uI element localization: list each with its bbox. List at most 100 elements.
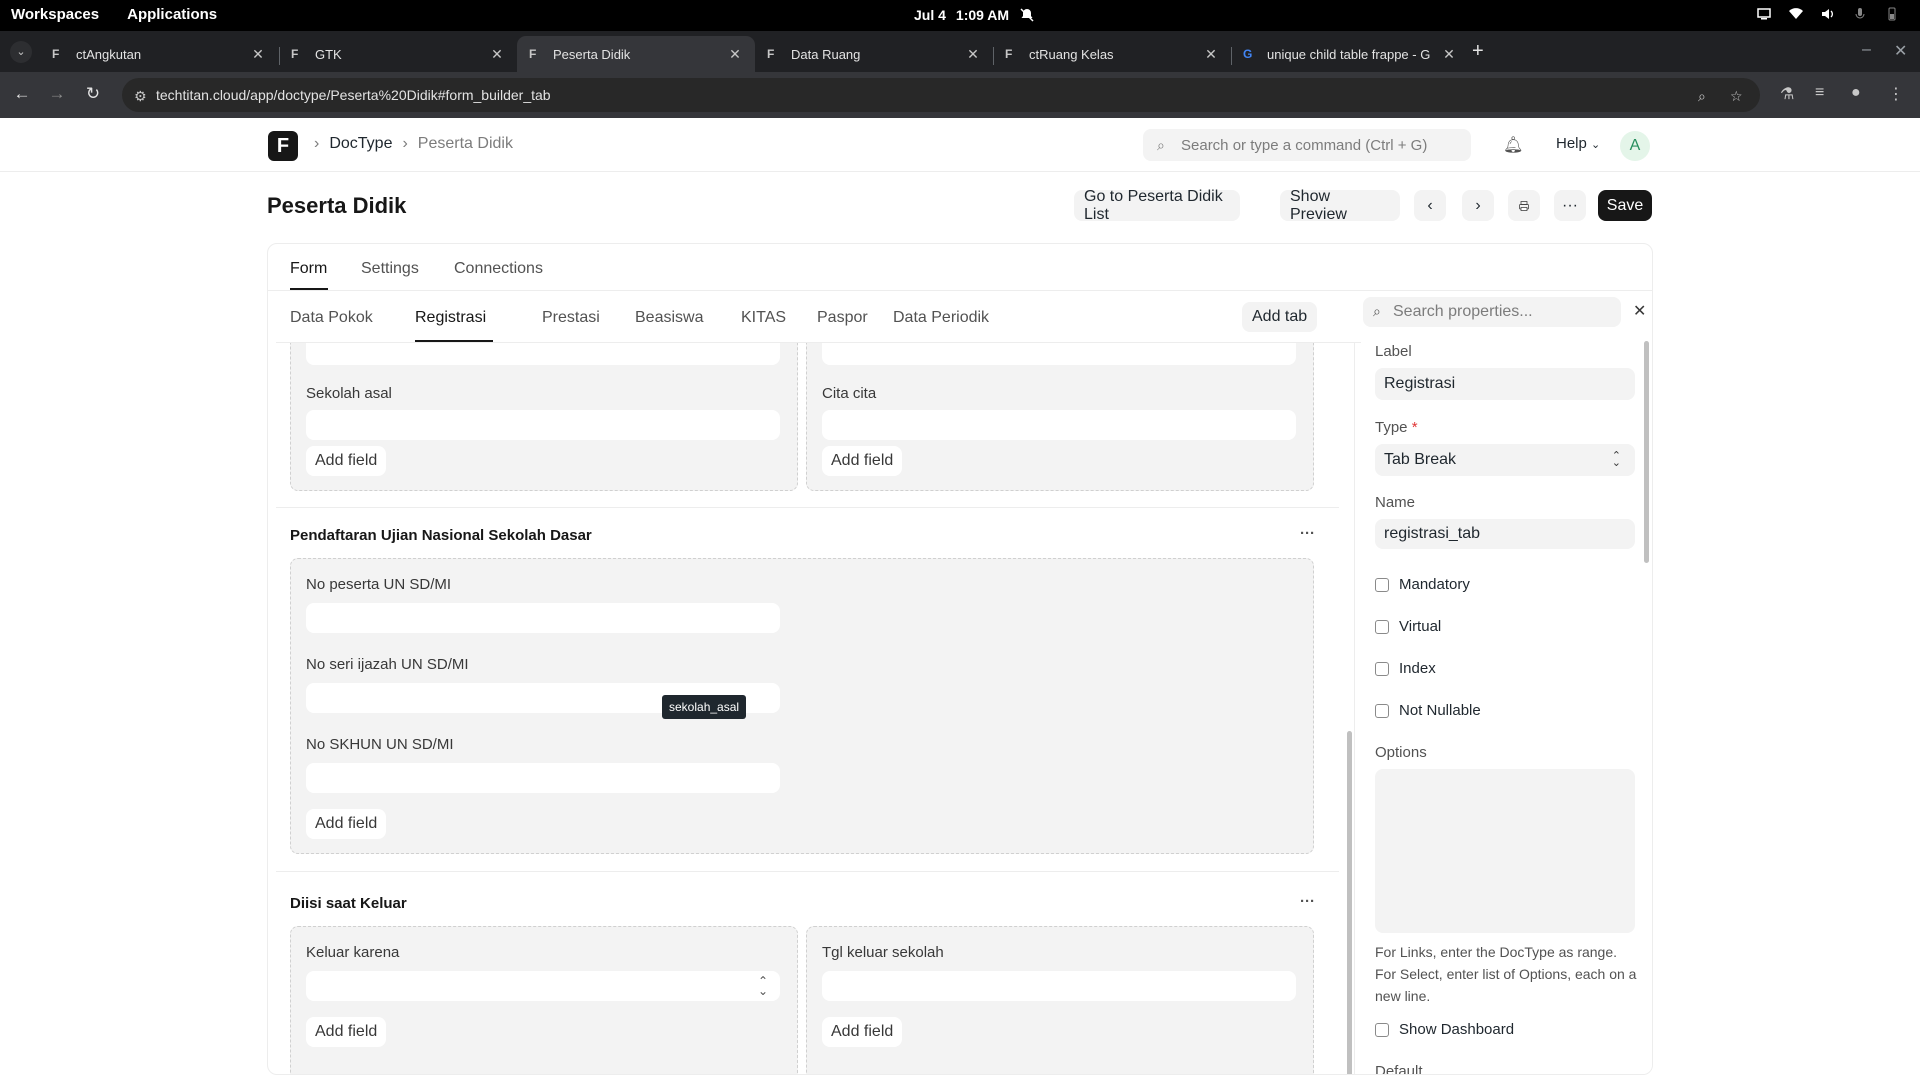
workspaces-button[interactable]: Workspaces xyxy=(11,6,99,23)
show-preview-button[interactable]: Show Preview xyxy=(1280,188,1400,223)
profile-icon[interactable]: ● xyxy=(1851,84,1861,102)
media-controls-icon[interactable]: ≡ xyxy=(1815,84,1824,102)
not-nullable-checkbox[interactable]: Not Nullable xyxy=(1375,702,1481,719)
field-label[interactable]: Tgl keluar sekolah xyxy=(822,944,944,961)
battery-icon[interactable] xyxy=(1884,6,1900,22)
checkbox-box[interactable] xyxy=(1375,703,1389,718)
bookmark-star-icon[interactable]: ☆ xyxy=(1730,88,1743,105)
field-label[interactable]: Sekolah asal xyxy=(306,385,392,402)
field-label[interactable]: No SKHUN UN SD/MI xyxy=(306,736,454,753)
cita-cita-input[interactable] xyxy=(822,410,1296,440)
back-icon[interactable]: ← xyxy=(11,84,33,104)
section-menu-icon[interactable]: ··· xyxy=(1300,893,1315,910)
checkbox-box[interactable] xyxy=(1375,1022,1389,1037)
site-info-icon[interactable]: ⚙ xyxy=(134,88,147,105)
column[interactable]: Sekolah asal Add field xyxy=(290,323,798,491)
browser-tab[interactable]: F Data Ruang ✕ xyxy=(755,36,993,72)
screen-share-icon[interactable] xyxy=(1756,6,1772,22)
previous-doc-button[interactable]: ‹ xyxy=(1414,190,1446,221)
close-tab-icon[interactable]: ✕ xyxy=(489,46,505,63)
no-skhun-input[interactable] xyxy=(306,763,780,793)
browser-tab[interactable]: F ctRuang Kelas ✕ xyxy=(993,36,1231,72)
search-properties-input[interactable]: ⌕ Search properties... xyxy=(1363,297,1621,327)
no-peserta-un-input[interactable] xyxy=(306,603,780,633)
browser-tab[interactable]: F GTK ✕ xyxy=(279,36,517,72)
labs-flask-icon[interactable]: ⚗ xyxy=(1780,84,1794,104)
properties-scrollbar[interactable] xyxy=(1644,341,1649,563)
column[interactable]: Tgl keluar sekolah Add field xyxy=(806,926,1314,1074)
reload-icon[interactable]: ↻ xyxy=(82,84,104,104)
virtual-checkbox[interactable]: Virtual xyxy=(1375,618,1441,635)
builder-tab-beasiswa[interactable]: Beasiswa xyxy=(635,309,703,327)
close-tab-icon[interactable]: ✕ xyxy=(1203,46,1219,63)
help-dropdown[interactable]: Help ⌄ xyxy=(1556,135,1600,152)
frappe-logo[interactable]: F xyxy=(268,131,298,161)
breadcrumb-current[interactable]: Peserta Didik xyxy=(418,135,513,153)
index-checkbox[interactable]: Index xyxy=(1375,660,1436,677)
column[interactable]: Cita cita Add field xyxy=(806,323,1314,491)
forward-icon[interactable]: → xyxy=(46,84,68,104)
clock[interactable]: Jul 4 1:09 AM xyxy=(914,7,1035,23)
checkbox-box[interactable] xyxy=(1375,619,1389,634)
field-label[interactable]: No peserta UN SD/MI xyxy=(306,576,451,593)
applications-button[interactable]: Applications xyxy=(127,6,217,23)
volume-icon[interactable] xyxy=(1820,6,1836,22)
builder-tab-kitas[interactable]: KITAS xyxy=(741,309,786,327)
microphone-icon[interactable] xyxy=(1852,6,1868,22)
mandatory-checkbox[interactable]: Mandatory xyxy=(1375,576,1470,593)
type-select[interactable]: Tab Break ⌃ ⌄ xyxy=(1375,444,1635,476)
show-dashboard-checkbox[interactable]: Show Dashboard xyxy=(1375,1021,1514,1038)
section-menu-icon[interactable]: ··· xyxy=(1300,525,1315,542)
browser-tab[interactable]: G unique child table frappe - G ✕ xyxy=(1231,36,1469,72)
browser-menu-icon[interactable]: ⋮ xyxy=(1888,84,1904,104)
section-title[interactable]: Pendaftaran Ujian Nasional Sekolah Dasar xyxy=(290,527,592,544)
close-tab-icon[interactable]: ✕ xyxy=(250,46,266,63)
awesomebar-search-input[interactable]: ⌕ Search or type a command (Ctrl + G) xyxy=(1143,129,1471,161)
label-input[interactable]: Registrasi xyxy=(1375,368,1635,400)
next-doc-button[interactable]: › xyxy=(1462,190,1494,221)
sekolah-asal-input[interactable] xyxy=(306,410,780,440)
print-button[interactable] xyxy=(1508,190,1540,221)
save-button[interactable]: Save xyxy=(1598,190,1652,221)
keluar-karena-select[interactable]: ⌃ ⌄ xyxy=(306,971,780,1001)
add-field-button[interactable]: Add field xyxy=(822,1017,903,1047)
options-textarea[interactable] xyxy=(1375,769,1635,933)
add-field-button[interactable]: Add field xyxy=(306,1017,387,1047)
builder-tab-registrasi[interactable]: Registrasi xyxy=(415,309,486,327)
name-input[interactable]: registrasi_tab xyxy=(1375,519,1635,549)
section-title[interactable]: Diisi saat Keluar xyxy=(290,895,407,912)
go-to-list-button[interactable]: Go to Peserta Didik List xyxy=(1074,188,1240,223)
tab-connections[interactable]: Connections xyxy=(454,260,543,278)
column[interactable]: Keluar karena ⌃ ⌄ Add field xyxy=(290,926,798,1074)
builder-tab-prestasi[interactable]: Prestasi xyxy=(542,309,600,327)
close-tab-icon[interactable]: ✕ xyxy=(727,46,743,63)
zoom-icon[interactable]: ⌕ xyxy=(1698,88,1706,105)
close-window-icon[interactable]: ✕ xyxy=(1894,41,1907,61)
wifi-icon[interactable] xyxy=(1788,6,1804,22)
breadcrumb-doctype[interactable]: DocType xyxy=(329,135,392,153)
builder-scrollbar[interactable] xyxy=(1347,731,1352,1074)
field-label[interactable]: No seri ijazah UN SD/MI xyxy=(306,656,469,673)
new-tab-icon[interactable]: + xyxy=(1472,40,1484,63)
tab-settings[interactable]: Settings xyxy=(361,260,419,278)
browser-tab-active[interactable]: F Peserta Didik ✕ xyxy=(517,36,755,72)
column[interactable]: No peserta UN SD/MI No seri ijazah UN SD… xyxy=(290,558,1314,854)
checkbox-box[interactable] xyxy=(1375,661,1389,676)
checkbox-box[interactable] xyxy=(1375,577,1389,592)
avatar[interactable]: A xyxy=(1620,131,1650,161)
add-tab-button[interactable]: Add tab xyxy=(1242,302,1318,332)
more-actions-button[interactable]: ··· xyxy=(1554,190,1586,221)
add-field-button[interactable]: Add field xyxy=(306,446,387,476)
tgl-keluar-sekolah-input[interactable] xyxy=(822,971,1296,1001)
add-field-button[interactable]: Add field xyxy=(822,446,903,476)
field-label[interactable]: Keluar karena xyxy=(306,944,399,961)
tab-search-chevron-icon[interactable]: ⌄ xyxy=(10,41,32,63)
close-tab-icon[interactable]: ✕ xyxy=(965,46,981,63)
builder-tab-data-pokok[interactable]: Data Pokok xyxy=(290,309,373,327)
close-icon[interactable]: ✕ xyxy=(1633,301,1646,321)
builder-tab-data-periodik[interactable]: Data Periodik xyxy=(893,309,989,327)
add-field-button[interactable]: Add field xyxy=(306,809,387,839)
browser-tab[interactable]: F ctAngkutan ✕ xyxy=(40,36,278,72)
tab-form[interactable]: Form xyxy=(290,260,327,278)
minimize-icon[interactable]: – xyxy=(1862,41,1871,59)
